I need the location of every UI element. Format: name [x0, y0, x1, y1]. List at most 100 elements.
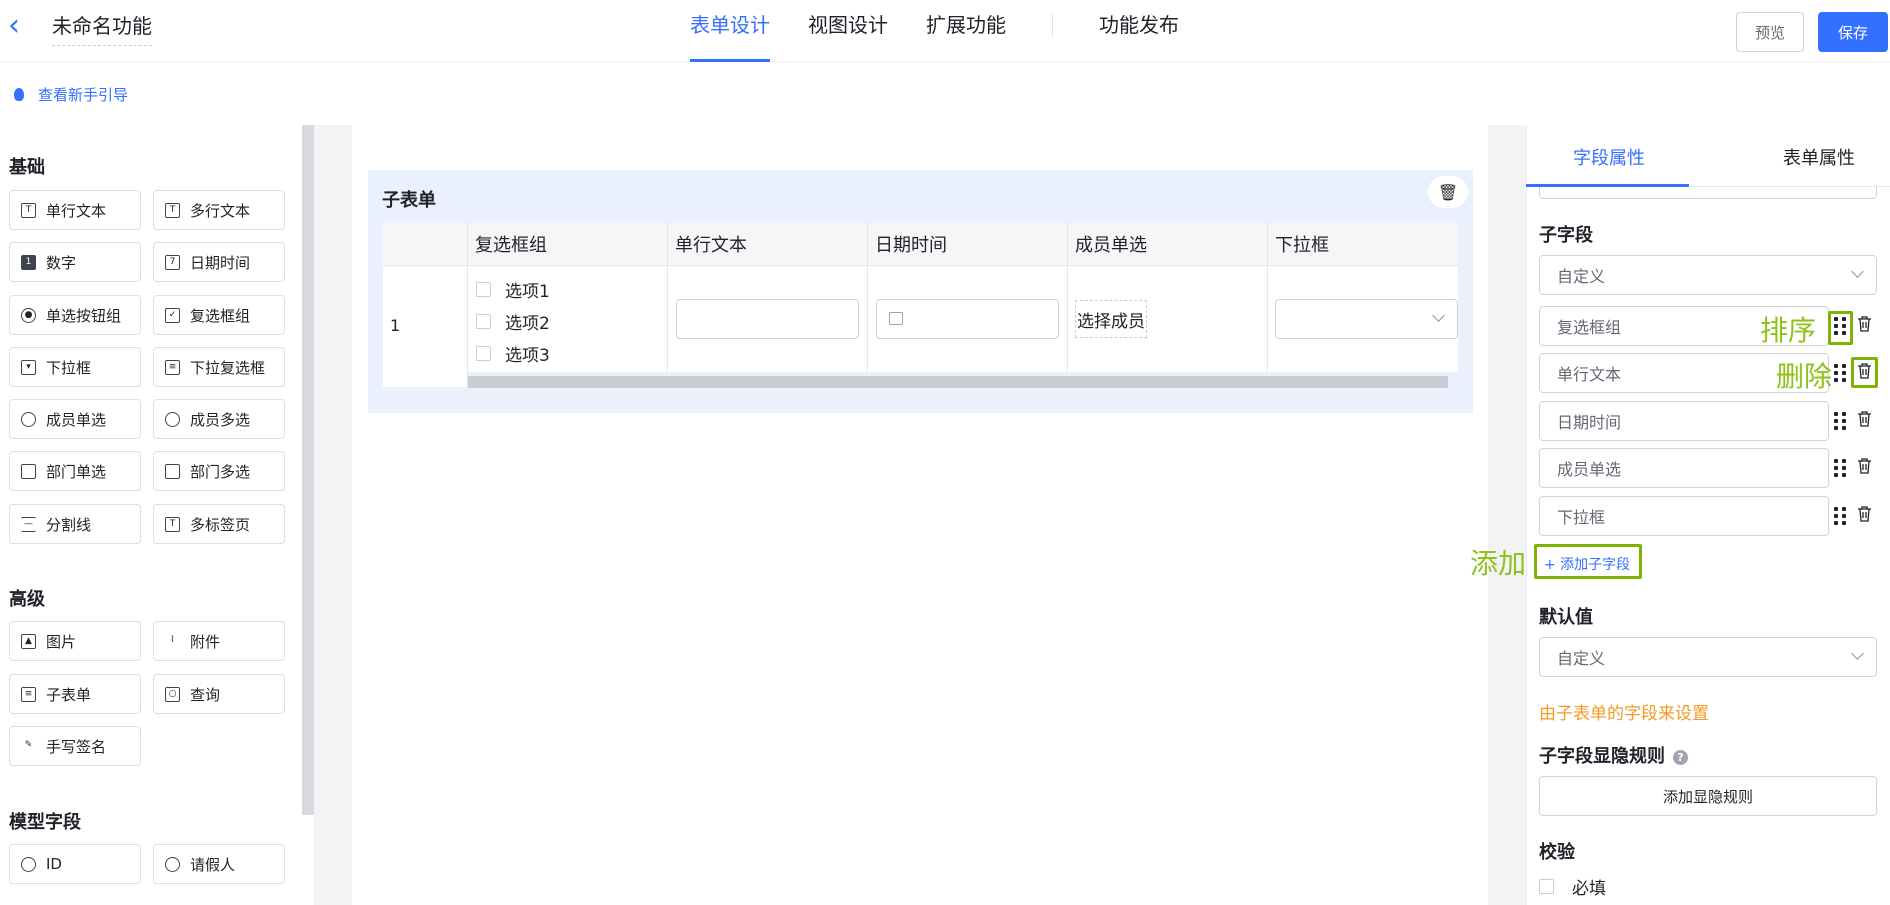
- datetime-input[interactable]: [876, 299, 1059, 339]
- chevron-left-icon[interactable]: ‹: [8, 6, 32, 46]
- column-header: 复选框组: [468, 223, 668, 265]
- trash-icon[interactable]: [1857, 458, 1872, 474]
- tab-extensions[interactable]: 扩展功能: [926, 0, 1006, 62]
- member-select[interactable]: 选择成员: [1075, 300, 1147, 338]
- widget-radio-group[interactable]: ● 单选按钮组: [9, 295, 141, 335]
- widget-member-single[interactable]: 成员单选: [9, 399, 141, 439]
- chevron-down-icon: [1851, 647, 1864, 660]
- help-icon[interactable]: ?: [1673, 749, 1688, 765]
- trash-icon[interactable]: [1857, 506, 1872, 522]
- column-header: 下拉框: [1268, 223, 1458, 265]
- subfields-mode-select[interactable]: 自定义: [1539, 255, 1877, 295]
- widget-number[interactable]: 1 数字: [9, 242, 141, 282]
- bulb-icon: [14, 88, 24, 101]
- widget-leave-person[interactable]: 请假人: [153, 844, 285, 884]
- guide-link[interactable]: 查看新手引导: [14, 84, 128, 105]
- section-advanced-title: 高级: [9, 589, 45, 610]
- drag-handle-icon[interactable]: [1834, 507, 1846, 525]
- subfield-item[interactable]: 日期时间: [1539, 401, 1829, 441]
- save-button[interactable]: 保存: [1818, 12, 1888, 52]
- trash-icon[interactable]: 🗑: [1428, 176, 1468, 208]
- image-icon: ▲: [21, 633, 36, 649]
- widget-query[interactable]: ○ 查询: [153, 674, 285, 714]
- widget-subform[interactable]: ≡ 子表单: [9, 674, 141, 714]
- sub-toolbar: 查看新手引导: [0, 62, 1890, 125]
- widget-multi-tab[interactable]: T 多标签页: [153, 504, 285, 544]
- widget-dept-multi[interactable]: 部门多选: [153, 451, 285, 491]
- checkbox[interactable]: [476, 282, 491, 297]
- app-title[interactable]: 未命名功能: [52, 10, 152, 46]
- checkbox-option[interactable]: 选项2: [476, 309, 667, 334]
- subfield-item[interactable]: 下拉框: [1539, 496, 1829, 536]
- widget-id[interactable]: ID: [9, 844, 141, 884]
- tab-view-design[interactable]: 视图设计: [808, 0, 888, 62]
- subfield-item[interactable]: 成员单选: [1539, 448, 1829, 488]
- chevron-down-icon: [1432, 309, 1445, 322]
- single-text-input[interactable]: [676, 299, 859, 339]
- pen-icon: ✎: [24, 739, 33, 750]
- search-icon: ○: [165, 686, 180, 702]
- delete-highlight: [1851, 357, 1878, 388]
- subform-hscrollbar[interactable]: [468, 376, 1448, 388]
- widget-attachment[interactable]: ⌇ 附件: [153, 621, 285, 661]
- checkbox[interactable]: [1539, 879, 1554, 894]
- checkbox-option[interactable]: 选项1: [476, 277, 667, 302]
- required-checkbox[interactable]: 必填: [1539, 874, 1606, 899]
- tab-divider: [1052, 14, 1053, 36]
- checkbox-option[interactable]: 选项3: [476, 341, 667, 366]
- tab-form-properties[interactable]: 表单属性: [1783, 144, 1855, 170]
- add-visibility-rule-button[interactable]: 添加显隐规则: [1539, 776, 1877, 816]
- tab-field-properties[interactable]: 字段属性: [1573, 144, 1645, 170]
- widget-member-multi[interactable]: 成员多选: [153, 399, 285, 439]
- widget-panel-scrollbar[interactable]: [302, 125, 314, 815]
- default-mode-select[interactable]: 自定义: [1539, 637, 1877, 677]
- drag-handle-icon[interactable]: [1834, 412, 1846, 430]
- trash-icon[interactable]: [1857, 411, 1872, 427]
- tab-publish[interactable]: 功能发布: [1099, 0, 1179, 62]
- checkbox[interactable]: [476, 346, 491, 361]
- drag-handle-icon[interactable]: [1834, 364, 1846, 382]
- users-icon: [165, 411, 180, 427]
- widget-image[interactable]: ▲ 图片: [9, 621, 141, 661]
- main-tabs: 表单设计 视图设计 扩展功能 功能发布: [690, 0, 1217, 62]
- dropdown-input[interactable]: [1275, 299, 1458, 339]
- departments-icon: [165, 463, 180, 479]
- annotation-sort: 排序: [1760, 314, 1817, 347]
- annotation-add: 添加: [1470, 547, 1527, 580]
- calendar-icon: [889, 312, 903, 325]
- preview-button[interactable]: 预览: [1736, 12, 1804, 52]
- row-index: 1: [390, 316, 401, 335]
- visibility-rule-title: 子字段显隐规则?: [1539, 742, 1688, 768]
- textarea-bottom: [1539, 187, 1877, 199]
- row-index-header: [383, 223, 468, 265]
- subform-title: 子表单: [382, 190, 436, 211]
- drag-handle-icon[interactable]: [1834, 459, 1846, 477]
- widget-dept-single[interactable]: 部门单选: [9, 451, 141, 491]
- top-bar: ‹ 未命名功能 表单设计 视图设计 扩展功能 功能发布: [0, 0, 1890, 62]
- widget-signature[interactable]: ✎ 手写签名: [9, 726, 141, 766]
- row-index-cell: 1: [383, 265, 468, 387]
- widget-multi-dropdown[interactable]: ≡ 下拉复选框: [153, 347, 285, 387]
- trash-icon[interactable]: [1857, 316, 1872, 332]
- widget-datetime[interactable]: 7 日期时间: [153, 242, 285, 282]
- subform-icon: ≡: [21, 686, 36, 702]
- column-header: 日期时间: [868, 223, 1068, 265]
- paperclip-icon: ⌇: [170, 634, 175, 645]
- checkbox[interactable]: [476, 314, 491, 329]
- default-value-label: 默认值: [1539, 607, 1593, 628]
- validation-label: 校验: [1539, 842, 1575, 863]
- checkbox-group-cell: 选项1 选项2 选项3: [468, 265, 668, 372]
- multi-dropdown-icon: ≡: [165, 359, 180, 375]
- widget-multi-text[interactable]: T 多行文本: [153, 190, 285, 230]
- widget-single-text[interactable]: T 单行文本: [9, 190, 141, 230]
- checkbox-icon: ✓: [165, 307, 180, 323]
- widget-checkbox-group[interactable]: ✓ 复选框组: [153, 295, 285, 335]
- department-icon: [21, 463, 36, 479]
- section-basic-title: 基础: [9, 157, 45, 178]
- tab-form-design[interactable]: 表单设计: [690, 0, 770, 62]
- widget-divider[interactable]: — 分割线: [9, 504, 141, 544]
- add-subfield-button[interactable]: + 添加子字段: [1538, 548, 1636, 580]
- annotation-delete: 删除: [1776, 360, 1833, 393]
- database-icon: [21, 856, 36, 872]
- widget-dropdown[interactable]: ▾ 下拉框: [9, 347, 141, 387]
